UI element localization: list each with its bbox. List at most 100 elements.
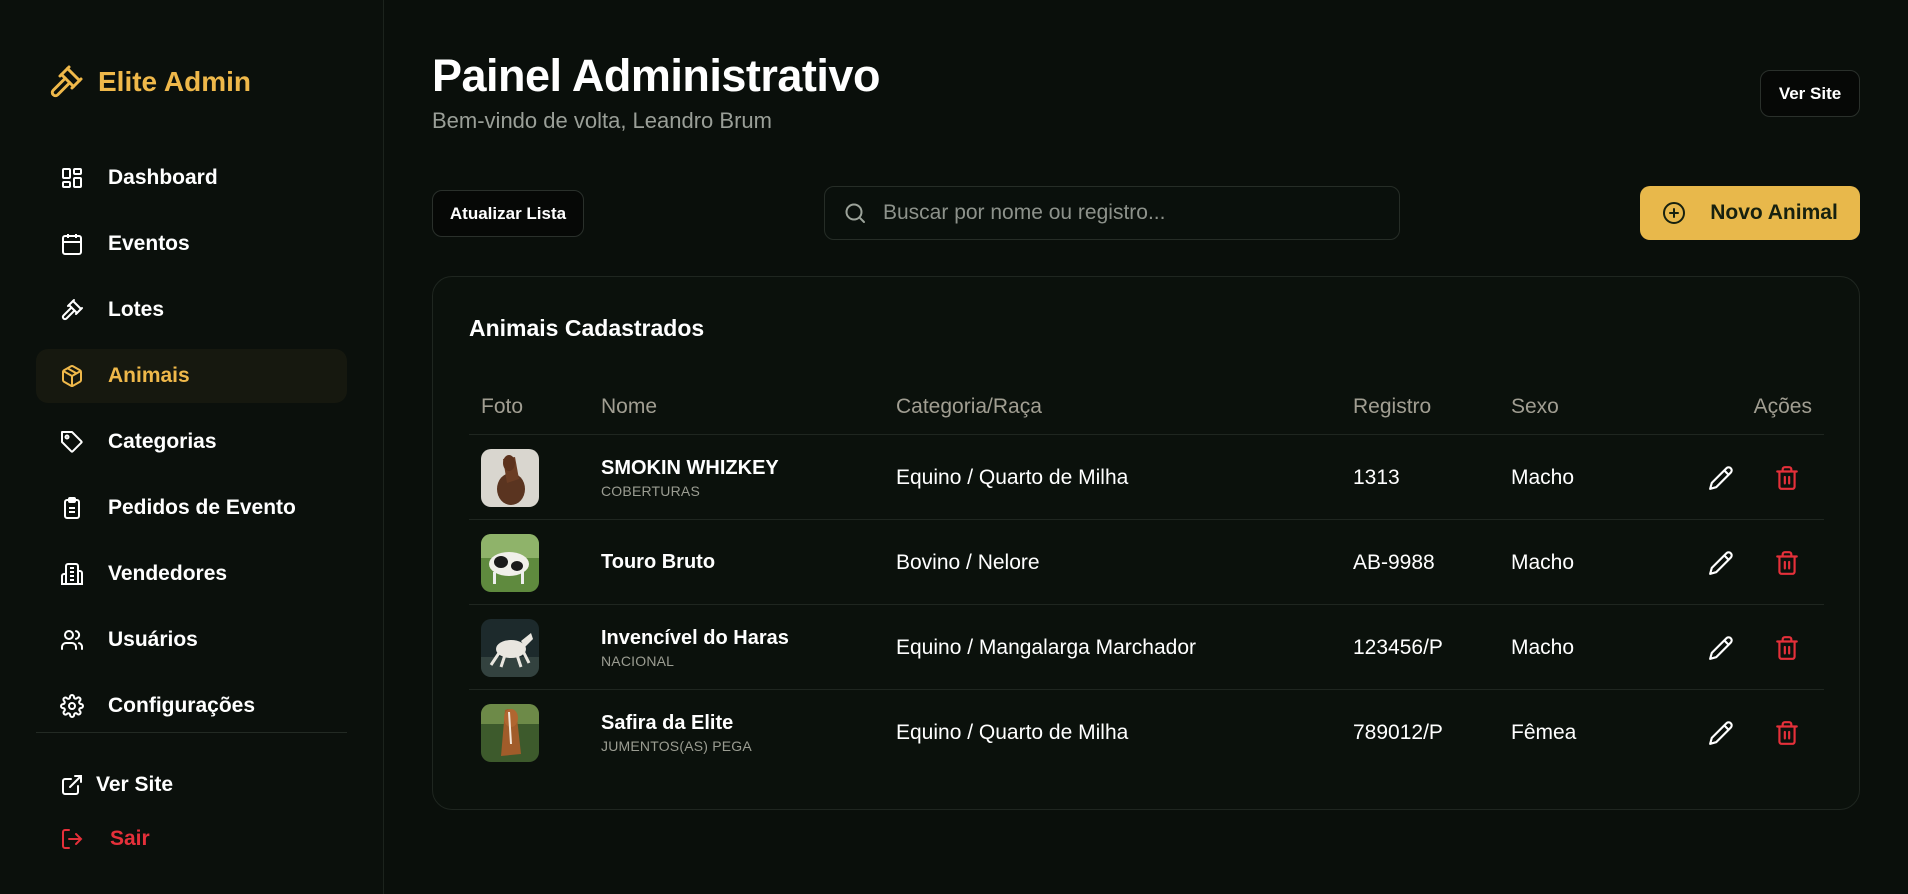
- sidebar-item-label: Configurações: [108, 694, 256, 717]
- animal-name: Touro Bruto: [601, 551, 716, 573]
- animal-sex: Macho: [1511, 550, 1575, 574]
- column-header-foto: Foto: [481, 395, 524, 418]
- search-icon: [845, 203, 865, 223]
- building-icon: [61, 563, 83, 585]
- sidebar-item-usuarios[interactable]: Usuários: [36, 613, 347, 667]
- animal-sex: Fêmea: [1511, 720, 1577, 744]
- page-title: Painel Administrativo: [432, 50, 880, 101]
- animal-category: Equino / Quarto de Milha: [896, 720, 1129, 744]
- gear-icon: [60, 694, 84, 718]
- sidebar-item-vendedores[interactable]: Vendedores: [36, 547, 347, 601]
- sidebar-item-lotes[interactable]: Lotes: [36, 283, 347, 337]
- registry-cell: 1313: [1353, 435, 1400, 520]
- column-header-sexo: Sexo: [1511, 395, 1559, 418]
- sidebar-item-label: Animais: [108, 364, 190, 387]
- photo-cell: [481, 435, 539, 520]
- sidebar-item-label: Categorias: [108, 430, 217, 453]
- category-cell: Equino / Quarto de Milha: [896, 435, 1128, 520]
- sidebar-item-label: Pedidos de Evento: [108, 496, 296, 519]
- animal-name: SMOKIN WHIZKEY: [601, 456, 779, 479]
- sex-cell: Macho: [1511, 605, 1574, 690]
- animal-photo[interactable]: [481, 533, 539, 592]
- sidebar-item-configuracoes[interactable]: Configurações: [36, 679, 347, 733]
- category-cell: Equino / Quarto de Milha: [896, 690, 1128, 775]
- registry-cell: AB-9988: [1353, 520, 1435, 605]
- edit-icon[interactable]: [1708, 465, 1734, 491]
- trash-icon[interactable]: [1774, 550, 1800, 576]
- animal-registry: 789012/P: [1353, 720, 1443, 744]
- table-row: Safira da Elite JUMENTOS(AS) PEGA Equino…: [469, 690, 1824, 775]
- sidebar-item-eventos[interactable]: Eventos: [36, 217, 347, 271]
- category-cell: Bovino / Nelore: [896, 520, 1040, 605]
- edit-icon[interactable]: [1708, 635, 1734, 661]
- view-site-button[interactable]: Ver Site: [1760, 70, 1860, 117]
- sidebar-item-label: Vendedores: [108, 562, 228, 585]
- dashboard-icon: [62, 168, 82, 188]
- sidebar-view-site-link[interactable]: Ver Site: [60, 765, 173, 805]
- gavel-icon: [61, 299, 83, 321]
- external-link-icon: [62, 775, 82, 795]
- search-input[interactable]: [883, 201, 1383, 225]
- photo-cell: [481, 605, 539, 690]
- clipboard-icon: [64, 497, 80, 519]
- page-subtitle: Bem-vindo de volta, Leandro Brum: [432, 108, 772, 133]
- animal-sex: Macho: [1511, 465, 1575, 489]
- new-animal-button[interactable]: Novo Animal: [1640, 186, 1860, 240]
- new-animal-label: Novo Animal: [1710, 201, 1838, 224]
- animal-subcategory: JUMENTOS(AS) PEGA: [601, 737, 752, 754]
- row-actions: [1708, 605, 1800, 690]
- animal-registry: 1313: [1353, 465, 1400, 489]
- calendar-icon: [62, 234, 82, 255]
- users-icon: [61, 630, 84, 650]
- table-row: SMOKIN WHIZKEY COBERTURAS Equino / Quart…: [469, 435, 1824, 520]
- animal-photo[interactable]: [481, 448, 539, 507]
- photo-cell: [481, 520, 539, 605]
- column-header-registro: Registro: [1353, 395, 1432, 418]
- animal-name: Safira da Elite: [601, 711, 734, 734]
- row-actions: [1708, 520, 1800, 605]
- sidebar-item-label: Usuários: [108, 628, 198, 651]
- name-cell: Touro Bruto: [601, 520, 715, 605]
- column-header-acoes: Ações: [1753, 395, 1812, 418]
- animal-photo[interactable]: [481, 703, 539, 762]
- search-box: [824, 186, 1400, 240]
- logout-icon: [62, 829, 83, 849]
- sidebar-item-dashboard[interactable]: Dashboard: [36, 151, 347, 205]
- refresh-list-button[interactable]: Atualizar Lista: [432, 190, 584, 237]
- table-row: Invencível do Haras NACIONAL Equino / Ma…: [469, 605, 1824, 690]
- tag-icon: [61, 431, 83, 453]
- animal-subcategory: NACIONAL: [601, 652, 675, 669]
- logout-button[interactable]: Sair: [60, 819, 150, 859]
- column-header-categoria: Categoria/Raça: [896, 395, 1042, 418]
- row-actions: [1708, 690, 1800, 775]
- sidebar: Elite Admin Dashboard Eventos Lotes Anim…: [0, 0, 384, 894]
- edit-icon[interactable]: [1708, 550, 1734, 576]
- sidebar-divider: [36, 732, 347, 733]
- brand[interactable]: Elite Admin: [48, 62, 251, 102]
- animals-table: Foto Nome Categoria/Raça Registro Sexo A…: [469, 377, 1824, 775]
- plus-circle-icon: [1663, 202, 1686, 224]
- row-actions: [1708, 435, 1800, 520]
- trash-icon[interactable]: [1774, 465, 1800, 491]
- table-header: Foto Nome Categoria/Raça Registro Sexo A…: [469, 377, 1824, 435]
- sidebar-item-pedidos[interactable]: Pedidos de Evento: [36, 481, 347, 535]
- name-cell: SMOKIN WHIZKEY COBERTURAS: [601, 435, 779, 520]
- sidebar-item-label: Eventos: [108, 232, 190, 255]
- photo-cell: [481, 690, 539, 775]
- trash-icon[interactable]: [1774, 720, 1800, 746]
- animal-category: Bovino / Nelore: [896, 550, 1040, 574]
- trash-icon[interactable]: [1774, 635, 1800, 661]
- sidebar-item-label: Lotes: [108, 298, 165, 321]
- animal-category: Equino / Quarto de Milha: [896, 465, 1129, 489]
- sidebar-item-label: Dashboard: [108, 166, 218, 189]
- animal-photo[interactable]: [481, 618, 539, 677]
- animal-registry: 123456/P: [1353, 635, 1443, 659]
- name-cell: Safira da Elite JUMENTOS(AS) PEGA: [601, 690, 752, 775]
- sidebar-item-animais[interactable]: Animais: [36, 349, 347, 403]
- sidebar-item-categorias[interactable]: Categorias: [36, 415, 347, 469]
- sex-cell: Macho: [1511, 520, 1574, 605]
- view-site-label: Ver Site: [96, 773, 174, 796]
- edit-icon[interactable]: [1708, 720, 1734, 746]
- animal-subcategory: COBERTURAS: [601, 482, 700, 499]
- gavel-icon: [50, 65, 83, 98]
